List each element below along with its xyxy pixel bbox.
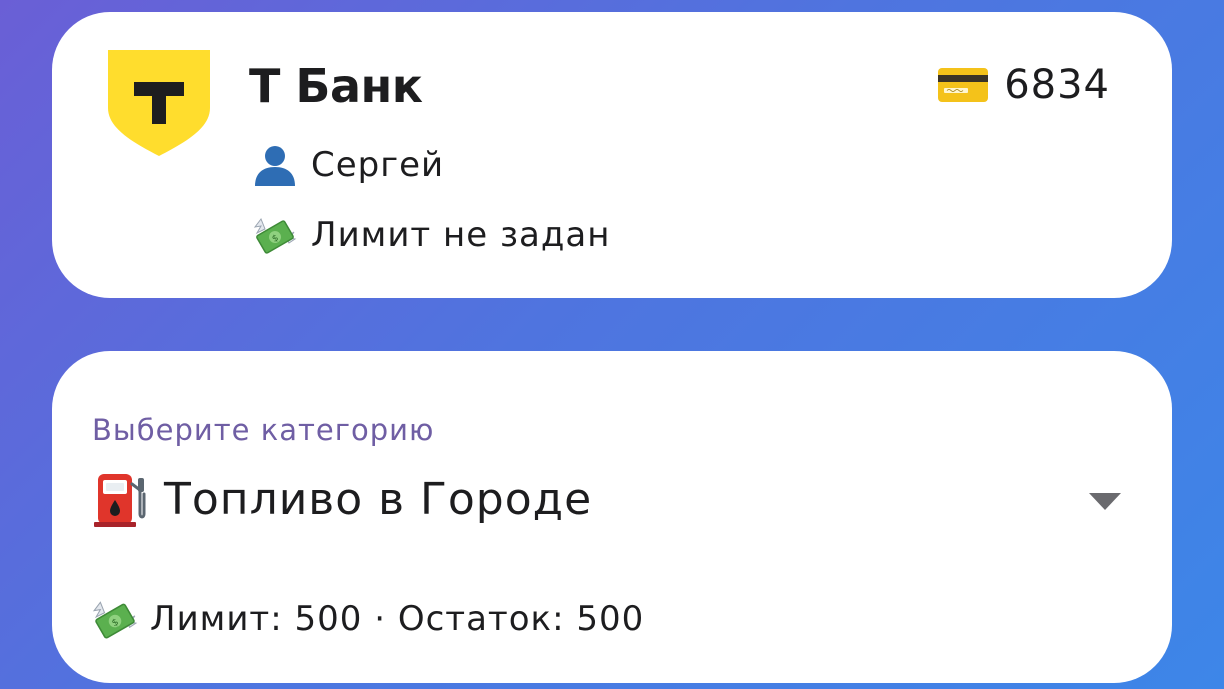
bank-logo-icon bbox=[108, 50, 210, 156]
fuel-pump-icon bbox=[94, 474, 146, 527]
remaining-label: Остаток: bbox=[397, 599, 565, 639]
bank-card: Т Банк 6834 Сергей $ Лимит не задан bbox=[52, 12, 1172, 298]
category-limit-row: $ Лимит: 500 · Остаток: 500 bbox=[92, 595, 644, 643]
person-icon bbox=[255, 146, 295, 186]
user-name: Сергей bbox=[311, 145, 445, 185]
remaining-value: 500 bbox=[576, 599, 645, 639]
user-row: Сергей bbox=[253, 142, 444, 188]
money-with-wings-icon: $ bbox=[253, 217, 297, 254]
money-with-wings-icon: $ bbox=[92, 601, 138, 639]
card-number: 6834 bbox=[1004, 62, 1110, 108]
card-number-badge: 6834 bbox=[938, 62, 1110, 108]
separator-dot: · bbox=[374, 599, 387, 639]
limit-label: Лимит: bbox=[150, 599, 283, 639]
triangle-down-icon[interactable] bbox=[1088, 491, 1122, 511]
category-select[interactable]: Топливо в Городе bbox=[92, 467, 1122, 531]
bank-limit-text: Лимит не задан bbox=[311, 215, 611, 255]
bank-title: Т Банк bbox=[249, 59, 423, 113]
category-card: Выберите категорию Топливо в Городе $ Ли… bbox=[52, 351, 1172, 683]
credit-card-icon bbox=[938, 68, 989, 102]
category-selected-value: Топливо в Городе bbox=[164, 473, 593, 525]
category-label: Выберите категорию bbox=[92, 413, 435, 447]
limit-value: 500 bbox=[294, 599, 363, 639]
bank-limit-row: $ Лимит не задан bbox=[253, 212, 610, 258]
